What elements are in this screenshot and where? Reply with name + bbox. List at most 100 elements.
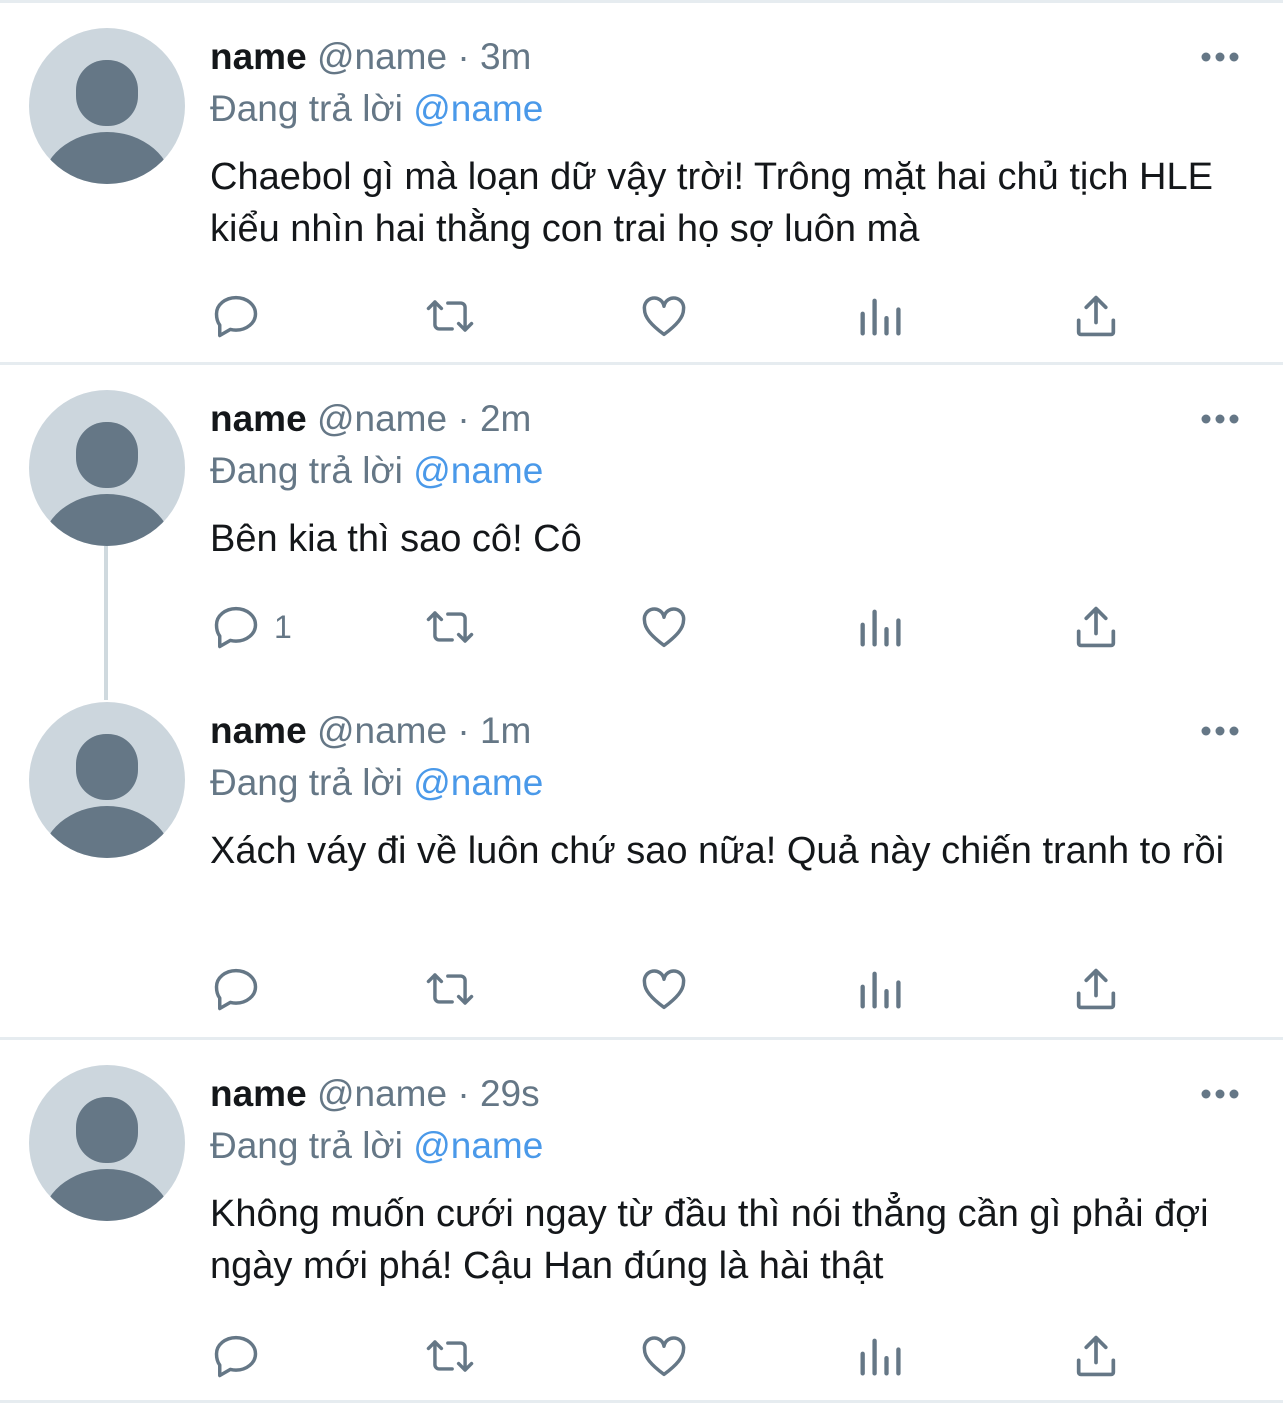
retweet-icon	[426, 611, 474, 643]
replying-to: Đang trả lời @name	[210, 445, 543, 497]
share-icon	[1076, 1335, 1116, 1377]
tweet-text: Không muốn cưới ngay từ đầu thì nói thẳn…	[210, 1193, 1209, 1287]
bottom-separator	[0, 1400, 1283, 1403]
replying-to-label: Đang trả lời	[210, 1125, 403, 1166]
reply-button[interactable]: 1	[210, 599, 292, 655]
tweet[interactable]: name @name · 1m Đang trả lời @name Xách …	[0, 677, 1283, 1037]
default-avatar-icon	[41, 422, 173, 546]
like-button[interactable]	[638, 288, 690, 344]
user-handle[interactable]: @name	[317, 36, 447, 77]
replying-to-mention[interactable]: @name	[413, 1125, 543, 1166]
heart-icon	[642, 969, 686, 1010]
replying-to-mention[interactable]: @name	[413, 450, 543, 491]
avatar[interactable]	[29, 390, 185, 546]
like-button[interactable]	[638, 599, 690, 655]
user-handle[interactable]: @name	[317, 1073, 447, 1114]
reply-count: 1	[274, 608, 292, 645]
tweet-actions	[210, 288, 1130, 344]
retweet-icon	[426, 973, 474, 1005]
tweet-header: name @name · 2m	[210, 393, 531, 445]
timestamp[interactable]: 2m	[480, 398, 531, 439]
user-handle[interactable]: @name	[317, 398, 447, 439]
display-name[interactable]: name	[210, 710, 307, 751]
timestamp[interactable]: 1m	[480, 710, 531, 751]
tweet[interactable]: name @name · 3m Đang trả lời @name Chaeb…	[0, 3, 1283, 362]
header-separator-dot: ·	[457, 1073, 470, 1114]
default-avatar-icon	[41, 60, 173, 184]
analytics-button[interactable]	[856, 961, 904, 1017]
replying-to-label: Đang trả lời	[210, 88, 403, 129]
tweet-text: Bên kia thì sao cô! Cô	[210, 518, 582, 560]
reply-icon	[214, 968, 258, 1011]
heart-icon	[642, 296, 686, 337]
reply-button[interactable]	[210, 961, 274, 1017]
replying-to: Đang trả lời @name	[210, 83, 543, 135]
share-icon	[1076, 295, 1116, 337]
more-options-button[interactable]	[1196, 405, 1244, 433]
avatar[interactable]	[29, 1065, 185, 1221]
header-separator-dot: ·	[457, 398, 470, 439]
reply-icon	[214, 606, 258, 649]
tweet-header: name @name · 3m	[210, 31, 531, 83]
retweet-button[interactable]	[422, 599, 478, 655]
tweet[interactable]: name @name · 2m Đang trả lời @name Bên k…	[0, 365, 1283, 677]
tweet-text: Chaebol gì mà loạn dữ vậy trời! Trông mặ…	[210, 156, 1213, 250]
share-button[interactable]	[1070, 1328, 1122, 1384]
share-icon	[1076, 606, 1116, 648]
header-separator-dot: ·	[457, 36, 470, 77]
heart-icon	[642, 607, 686, 648]
analytics-icon	[860, 1338, 901, 1376]
more-options-button[interactable]	[1196, 717, 1244, 745]
analytics-button[interactable]	[856, 288, 904, 344]
display-name[interactable]: name	[210, 398, 307, 439]
share-button[interactable]	[1070, 599, 1122, 655]
replying-to-mention[interactable]: @name	[413, 762, 543, 803]
like-button[interactable]	[638, 1328, 690, 1384]
heart-icon	[642, 1336, 686, 1377]
analytics-icon	[860, 298, 901, 336]
avatar[interactable]	[29, 702, 185, 858]
retweet-button[interactable]	[422, 1328, 478, 1384]
reply-button[interactable]	[210, 1328, 274, 1384]
retweet-button[interactable]	[422, 961, 478, 1017]
replying-to-label: Đang trả lời	[210, 762, 403, 803]
tweet[interactable]: name @name · 29s Đang trả lời @name Khôn…	[0, 1040, 1283, 1400]
tweet-actions	[210, 961, 1130, 1017]
share-icon	[1076, 968, 1116, 1010]
more-options-button[interactable]	[1196, 1080, 1244, 1108]
analytics-icon	[860, 971, 901, 1009]
analytics-button[interactable]	[856, 1328, 904, 1384]
more-icon	[1201, 1089, 1239, 1099]
more-icon	[1201, 414, 1239, 424]
user-handle[interactable]: @name	[317, 710, 447, 751]
display-name[interactable]: name	[210, 36, 307, 77]
more-options-button[interactable]	[1196, 43, 1244, 71]
avatar[interactable]	[29, 28, 185, 184]
retweet-icon	[426, 1340, 474, 1372]
analytics-button[interactable]	[856, 599, 904, 655]
tweet-actions	[210, 1328, 1130, 1384]
display-name[interactable]: name	[210, 1073, 307, 1114]
header-separator-dot: ·	[457, 710, 470, 751]
tweet-header: name @name · 1m	[210, 705, 531, 757]
tweet-header: name @name · 29s	[210, 1068, 540, 1120]
more-icon	[1201, 52, 1239, 62]
timestamp[interactable]: 3m	[480, 36, 531, 77]
replying-to: Đang trả lời @name	[210, 1120, 543, 1172]
like-button[interactable]	[638, 961, 690, 1017]
reply-button[interactable]	[210, 288, 274, 344]
more-icon	[1201, 726, 1239, 736]
default-avatar-icon	[41, 734, 173, 858]
timestamp[interactable]: 29s	[480, 1073, 540, 1114]
replying-to-label: Đang trả lời	[210, 450, 403, 491]
replying-to-mention[interactable]: @name	[413, 88, 543, 129]
tweet-text: Xách váy đi về luôn chứ sao nữa! Quả này…	[210, 830, 1225, 872]
reply-icon	[214, 1335, 258, 1378]
share-button[interactable]	[1070, 288, 1122, 344]
default-avatar-icon	[41, 1097, 173, 1221]
share-button[interactable]	[1070, 961, 1122, 1017]
analytics-icon	[860, 609, 901, 647]
retweet-button[interactable]	[422, 288, 478, 344]
reply-icon	[214, 295, 258, 338]
tweet-actions: 1	[210, 599, 1130, 655]
